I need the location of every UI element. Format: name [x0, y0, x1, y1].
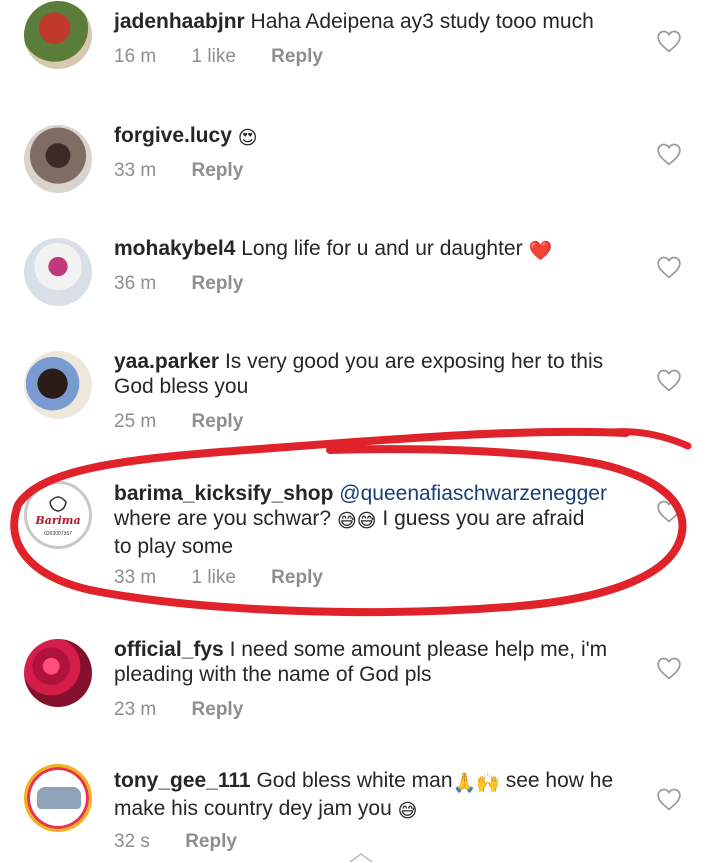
comment-text: where are you schwar?: [114, 507, 332, 530]
avatar[interactable]: [24, 639, 92, 707]
heart-outline-icon[interactable]: [656, 656, 682, 680]
sweat-smile-emoji: 😅: [397, 801, 418, 822]
comment-time: 32 s: [114, 831, 150, 852]
reply-button[interactable]: Reply: [192, 160, 244, 181]
comment-text: God bless white man: [256, 769, 453, 792]
comment-text: Is very good you are exposing her to thi…: [224, 350, 604, 373]
comment-text: Long life for u and ur daughter: [241, 237, 523, 260]
comment-text: God bless you: [114, 375, 249, 398]
comment-username[interactable]: mohakybel4: [114, 237, 235, 260]
comment-text: to play some: [114, 535, 234, 558]
chevron-up-icon[interactable]: [348, 852, 374, 863]
reply-button[interactable]: Reply: [192, 411, 244, 432]
comment-username[interactable]: forgive.lucy: [114, 124, 232, 147]
comment-likes[interactable]: 1 like: [192, 567, 236, 588]
avatar[interactable]: [24, 764, 92, 832]
heart-outline-icon[interactable]: [656, 255, 682, 279]
heart-outline-icon[interactable]: [656, 29, 682, 53]
comment-username[interactable]: tony_gee_111: [114, 769, 251, 792]
comment-text: I guess you are afraid: [382, 507, 585, 530]
red-heart-emoji: ❤️: [528, 241, 553, 262]
avatar-car-shape: [37, 787, 81, 809]
heart-outline-icon[interactable]: [656, 787, 682, 811]
avatar[interactable]: [24, 351, 92, 419]
reply-button[interactable]: Reply: [192, 273, 244, 294]
avatar[interactable]: [24, 238, 92, 306]
avatar-phone-text: 0263007367: [44, 531, 72, 537]
comment-time: 36 m: [114, 273, 157, 294]
comment-time: 16 m: [114, 46, 157, 67]
heart-outline-icon[interactable]: [656, 142, 682, 166]
comment-time: 25 m: [114, 411, 157, 432]
heart-outline-icon[interactable]: [656, 368, 682, 392]
comment-username[interactable]: jadenhaabjnr: [114, 10, 245, 33]
comment-username[interactable]: official_fys: [114, 638, 224, 661]
pray-hands-emoji: 🙏🙌: [452, 773, 500, 794]
comment-time: 23 m: [114, 699, 157, 720]
reply-button[interactable]: Reply: [185, 831, 237, 852]
avatar[interactable]: Barima 0263007367: [24, 481, 92, 549]
comment-text: pleading with the name of God pls: [114, 663, 432, 686]
comment-text: I need some amount please help me, i'm: [229, 638, 608, 661]
sweat-smile-emoji: 😅😅: [336, 511, 377, 532]
comment-text: Haha Adeipena ay3 study tooo much: [250, 10, 594, 33]
comment-text: see how he: [505, 769, 614, 792]
comment-username[interactable]: barima_kicksify_shop: [114, 482, 333, 505]
comment-likes[interactable]: 1 like: [192, 46, 236, 67]
avatar-brand-text: Barima: [34, 514, 80, 527]
reply-button[interactable]: Reply: [271, 46, 323, 67]
reply-button[interactable]: Reply: [192, 699, 244, 720]
comment-text: make his country dey jam you: [114, 797, 392, 820]
comment-username[interactable]: yaa.parker: [114, 350, 219, 373]
comments-list: jadenhaabjnr Haha Adeipena ay3 study too…: [0, 0, 720, 863]
avatar[interactable]: [24, 1, 92, 69]
reply-button[interactable]: Reply: [271, 567, 323, 588]
barima-logo: Barima 0263007367: [34, 496, 81, 537]
mention-link[interactable]: @queenafiaschwarzenegger: [339, 482, 607, 505]
heart-outline-icon[interactable]: [656, 499, 682, 523]
heart-eyes-emoji: 😍: [237, 128, 258, 149]
comment-time: 33 m: [114, 160, 157, 181]
comment-time: 33 m: [114, 567, 157, 588]
avatar[interactable]: [24, 125, 92, 193]
